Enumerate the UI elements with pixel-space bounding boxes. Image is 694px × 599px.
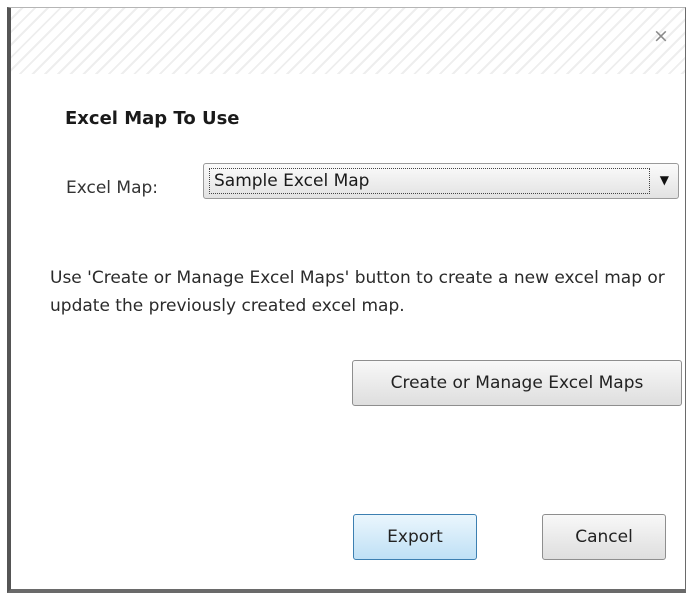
cancel-button[interactable]: Cancel xyxy=(542,514,666,560)
help-text: Use 'Create or Manage Excel Maps' button… xyxy=(50,268,665,316)
excel-map-label: Excel Map: xyxy=(66,178,159,198)
export-button[interactable]: Export xyxy=(353,514,477,560)
chevron-down-icon: ▼ xyxy=(659,173,669,187)
export-excel-dialog: × Excel Map To Use Excel Map: Sample Exc… xyxy=(7,7,686,593)
close-icon[interactable]: × xyxy=(649,24,673,48)
dialog-title-bar xyxy=(11,8,685,74)
excel-map-selected-value: Sample Excel Map xyxy=(214,171,370,191)
excel-map-select[interactable]: Sample Excel Map ▼ xyxy=(203,163,679,199)
create-or-manage-excel-maps-button[interactable]: Create or Manage Excel Maps xyxy=(352,360,682,406)
section-title: Excel Map To Use xyxy=(65,108,240,129)
